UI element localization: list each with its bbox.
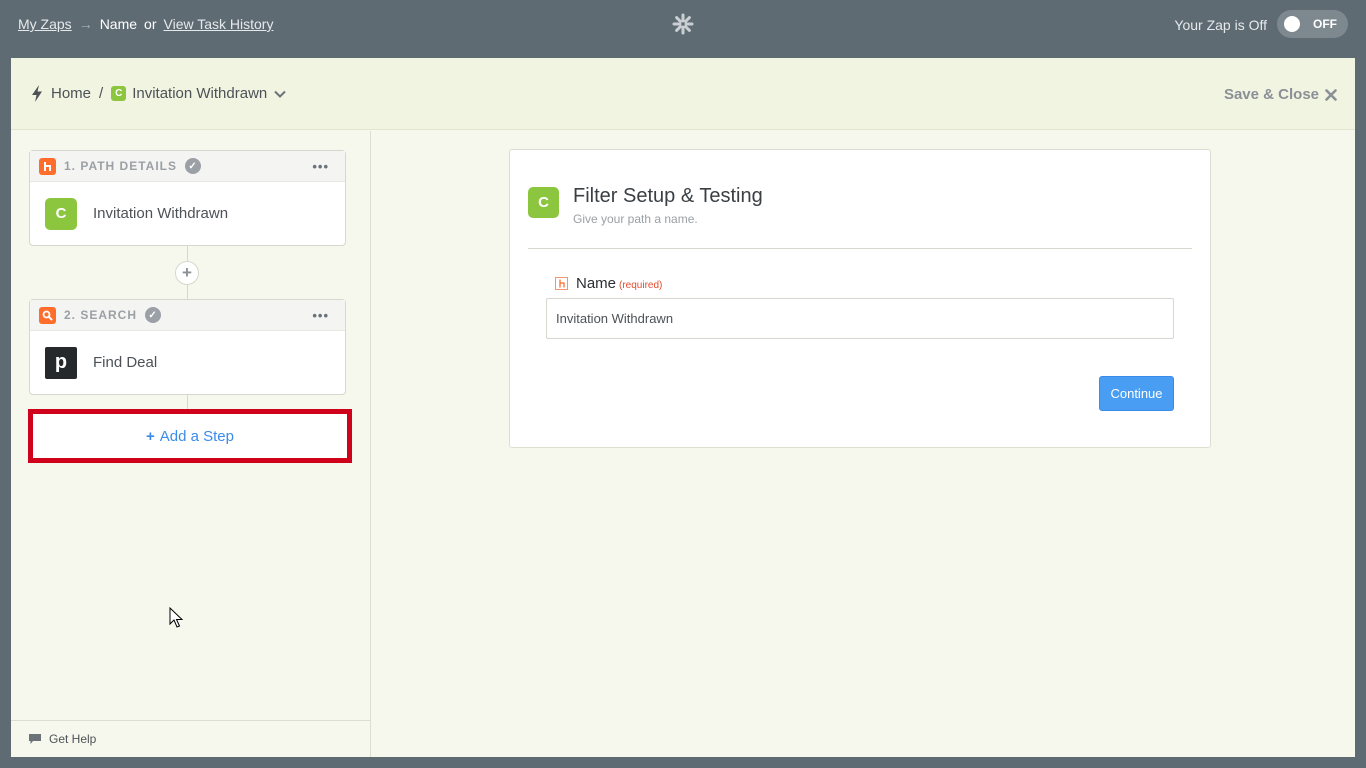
step-title: 1. PATH DETAILS [64, 159, 178, 173]
insert-step-button[interactable]: + [175, 261, 199, 285]
step-card-search[interactable]: 2. SEARCH ✓ ••• p Find Deal [29, 299, 346, 395]
step-card-path-details[interactable]: 1. PATH DETAILS ✓ ••• C Invitation Withd… [29, 150, 346, 246]
arrow-icon: → [78, 16, 93, 32]
continue-button[interactable]: Continue [1099, 376, 1174, 411]
zap-on-off-toggle[interactable]: OFF [1277, 10, 1348, 38]
required-marker: (required) [619, 279, 663, 291]
step-header: 2. SEARCH ✓ ••• [30, 300, 345, 331]
my-zaps-link[interactable]: My Zaps [18, 16, 72, 32]
toggle-knob [1284, 16, 1300, 32]
app-c-icon: C [111, 86, 127, 101]
zap-name-title[interactable]: Name [100, 16, 137, 32]
breadcrumb-separator: / [99, 85, 104, 102]
home-link[interactable]: Home [51, 85, 91, 102]
chevron-down-icon[interactable] [273, 87, 287, 101]
bolt-icon [32, 85, 42, 102]
close-icon [1325, 88, 1337, 101]
get-help-button[interactable]: Get Help [11, 720, 370, 757]
step-connector [187, 394, 188, 409]
path-name-input[interactable] [546, 298, 1174, 339]
step-label: Invitation Withdrawn [93, 205, 229, 222]
app-c-icon: C [528, 187, 559, 218]
filter-setup-panel: C Filter Setup & Testing Give your path … [509, 149, 1211, 448]
get-help-label: Get Help [49, 732, 97, 746]
pipedrive-icon: p [45, 346, 77, 379]
panel-title: Filter Setup & Testing [573, 185, 763, 207]
save-close-button[interactable]: Save & Close [1224, 86, 1337, 103]
panel-subtitle: Give your path a name. [573, 212, 698, 226]
divider [528, 248, 1192, 249]
check-icon: ✓ [185, 158, 202, 174]
steps-sidebar: 1. PATH DETAILS ✓ ••• C Invitation Withd… [11, 131, 371, 757]
path-icon [39, 157, 56, 175]
step-body: C Invitation Withdrawn [30, 182, 345, 245]
top-breadcrumb: My Zaps → Name or View Task History [18, 16, 273, 32]
save-close-label: Save & Close [1223, 86, 1319, 103]
step-label: Find Deal [93, 354, 158, 371]
editor-frame: Home / C Invitation Withdrawn Save & Clo… [11, 58, 1355, 757]
more-options-icon[interactable]: ••• [312, 308, 329, 323]
add-step-label: Add a Step [159, 427, 234, 445]
chat-bubble-icon [29, 734, 41, 744]
zap-status-text: Your Zap is Off [1174, 17, 1267, 33]
mouse-cursor-icon [169, 607, 183, 628]
editor-breadcrumb: Home / C Invitation Withdrawn [31, 85, 287, 102]
task-history-link[interactable]: View Task History [164, 16, 274, 32]
check-icon: ✓ [145, 307, 162, 323]
path-icon [555, 277, 568, 290]
top-bar: My Zaps → Name or View Task History Your… [0, 0, 1366, 49]
field-label-text: Name [576, 275, 617, 292]
search-icon [39, 306, 56, 324]
editor-header: Home / C Invitation Withdrawn Save & Clo… [11, 58, 1355, 130]
zapier-logo-icon[interactable] [672, 13, 694, 35]
step-title: 2. SEARCH [64, 308, 138, 322]
step-header: 1. PATH DETAILS ✓ ••• [30, 151, 345, 182]
app-c-icon: C [45, 197, 77, 230]
more-options-icon[interactable]: ••• [312, 159, 329, 174]
add-step-button[interactable]: + Add a Step [28, 409, 352, 463]
or-text: or [144, 16, 157, 32]
zap-name-dropdown[interactable]: Invitation Withdrawn [132, 85, 267, 102]
toggle-label: OFF [1313, 17, 1337, 31]
name-field-label: Name (required) [555, 275, 662, 292]
step-body: p Find Deal [30, 331, 345, 394]
plus-icon: + [146, 427, 155, 445]
